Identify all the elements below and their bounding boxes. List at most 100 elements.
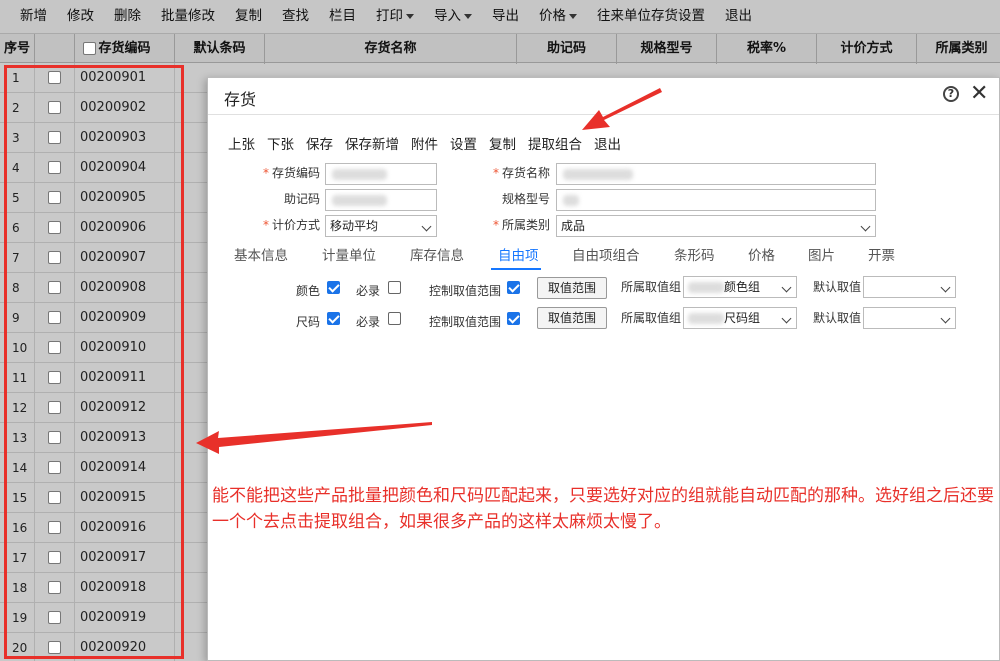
chevron-down-icon <box>781 282 792 293</box>
header-tax[interactable]: 税率% <box>717 34 817 64</box>
default-value-select[interactable] <box>863 307 956 329</box>
toolbar-copy-button[interactable]: 复制 <box>225 0 272 33</box>
code-input[interactable] <box>325 163 437 185</box>
header-spec[interactable]: 规格型号 <box>617 34 717 64</box>
chevron-down-icon <box>569 13 577 19</box>
header-pricing[interactable]: 计价方式 <box>817 34 917 64</box>
tab-barcode[interactable]: 条形码 <box>674 244 715 270</box>
required-marker: * <box>492 218 499 232</box>
code-label-text: 存货编码 <box>271 166 320 180</box>
required-marker: * <box>492 166 499 180</box>
save-and-new-button[interactable]: 保存新增 <box>345 133 399 155</box>
chevron-down-icon <box>781 313 792 324</box>
save-button[interactable]: 保存 <box>306 133 333 155</box>
copy-button[interactable]: 复制 <box>489 133 516 155</box>
settings-button[interactable]: 设置 <box>450 133 477 155</box>
inventory-dialog: 存货 ? ✕ 上张 下张 保存 保存新增 附件 设置 复制 提取组合 退出 * 存… <box>207 77 1000 661</box>
attachment-button[interactable]: 附件 <box>411 133 438 155</box>
mnemonic-input[interactable] <box>325 189 437 211</box>
tab-free-item-combos[interactable]: 自由项组合 <box>572 244 640 270</box>
default-value-label: 默认取值 <box>813 311 862 325</box>
category-select[interactable]: 成品 <box>556 215 876 237</box>
grid-header: 序号 存货编码 默认条码 存货名称 助记码 规格型号 税率% 计价方式 所属类别 <box>0 33 1000 64</box>
tab-images[interactable]: 图片 <box>808 244 835 270</box>
required-checkbox[interactable] <box>388 281 401 294</box>
toolbar-add-button[interactable]: 新增 <box>10 0 57 33</box>
default-value-label: 默认取值 <box>813 280 862 294</box>
toolbar-columns-button[interactable]: 栏目 <box>319 0 366 33</box>
dialog-title: 存货 <box>224 90 257 109</box>
header-name[interactable]: 存货名称 <box>265 34 517 64</box>
value-group-value: 尺码组 <box>724 311 761 325</box>
pricing-label: * 计价方式 <box>248 215 320 235</box>
next-record-button[interactable]: 下张 <box>267 133 294 155</box>
tab-invoice[interactable]: 开票 <box>868 244 895 270</box>
pricing-select[interactable]: 移动平均 <box>325 215 437 237</box>
control-range-checkbox[interactable] <box>507 281 520 294</box>
chevron-down-icon <box>464 13 472 19</box>
toolbar-edit-button[interactable]: 修改 <box>57 0 104 33</box>
toolbar-import-label: 导入 <box>434 8 461 24</box>
tab-stock-info[interactable]: 库存信息 <box>410 244 464 270</box>
dialog-exit-button[interactable]: 退出 <box>594 133 621 155</box>
spec-input[interactable] <box>556 189 876 211</box>
required-marker: * <box>262 218 269 232</box>
header-select-all[interactable] <box>35 34 96 64</box>
name-label: * 存货名称 <box>478 163 550 183</box>
value-group-label: 所属取值组 <box>621 280 682 294</box>
redacted-value <box>332 195 387 206</box>
close-icon[interactable]: ✕ <box>970 81 988 106</box>
help-icon[interactable]: ? <box>943 86 959 102</box>
prev-record-button[interactable]: 上张 <box>228 133 255 155</box>
value-group-select[interactable]: 颜色组 <box>683 276 797 298</box>
name-input[interactable] <box>556 163 876 185</box>
toolbar-find-button[interactable]: 查找 <box>272 0 319 33</box>
category-label: * 所属类别 <box>478 215 550 235</box>
toolbar-delete-button[interactable]: 删除 <box>104 0 151 33</box>
active-tab-indicator <box>491 268 541 270</box>
code-label: * 存货编码 <box>248 163 320 183</box>
redacted-value <box>563 169 633 180</box>
value-range-button[interactable]: 取值范围 <box>537 277 607 299</box>
value-group-select[interactable]: 尺码组 <box>683 307 797 329</box>
chevron-down-icon <box>406 13 414 19</box>
mnemonic-label: 助记码 <box>283 192 320 206</box>
dialog-toolbar: 上张 下张 保存 保存新增 附件 设置 复制 提取组合 退出 <box>228 133 633 155</box>
redacted-value <box>332 169 387 180</box>
header-barcode[interactable]: 默认条码 <box>175 34 265 64</box>
free-item-enable-checkbox[interactable] <box>327 281 340 294</box>
header-category[interactable]: 所属类别 <box>917 34 1000 64</box>
free-item-enable-checkbox[interactable] <box>327 312 340 325</box>
header-code[interactable]: 存货编码 <box>75 34 175 64</box>
toolbar-print-label: 打印 <box>376 8 403 24</box>
default-value-select[interactable] <box>863 276 956 298</box>
tab-units[interactable]: 计量单位 <box>322 244 376 270</box>
tab-basic-info[interactable]: 基本信息 <box>234 244 288 270</box>
control-range-checkbox[interactable] <box>507 312 520 325</box>
tab-free-items[interactable]: 自由项 <box>498 244 539 270</box>
toolbar-batch-edit-button[interactable]: 批量修改 <box>151 0 225 33</box>
toolbar-print-menu[interactable]: 打印 <box>366 0 424 33</box>
name-label-text: 存货名称 <box>501 166 550 180</box>
pricing-value: 移动平均 <box>330 219 379 233</box>
extract-combination-button[interactable]: 提取组合 <box>528 133 582 155</box>
required-marker: * <box>262 166 269 180</box>
chevron-down-icon <box>940 282 951 293</box>
tab-price[interactable]: 价格 <box>748 244 775 270</box>
free-item-name: 颜色 <box>296 284 321 298</box>
annotation-note: 能不能把这些产品批量把颜色和尺码匹配起来，只要选好对应的组就能自动匹配的那种。选… <box>212 486 994 532</box>
header-mnemonic[interactable]: 助记码 <box>517 34 617 64</box>
value-range-button[interactable]: 取值范围 <box>537 307 607 329</box>
header-no[interactable]: 序号 <box>0 34 35 64</box>
control-range-label: 控制取值范围 <box>429 284 502 298</box>
required-checkbox[interactable] <box>388 312 401 325</box>
toolbar-export-button[interactable]: 导出 <box>482 0 529 33</box>
chevron-down-icon <box>860 221 871 232</box>
toolbar-import-menu[interactable]: 导入 <box>424 0 482 33</box>
redacted-value <box>688 282 724 293</box>
toolbar-exit-button[interactable]: 退出 <box>715 0 762 33</box>
toolbar-partner-settings-button[interactable]: 往来单位存货设置 <box>587 0 715 33</box>
chevron-down-icon <box>940 313 951 324</box>
toolbar-price-menu[interactable]: 价格 <box>529 0 587 33</box>
chevron-down-icon <box>421 221 432 232</box>
